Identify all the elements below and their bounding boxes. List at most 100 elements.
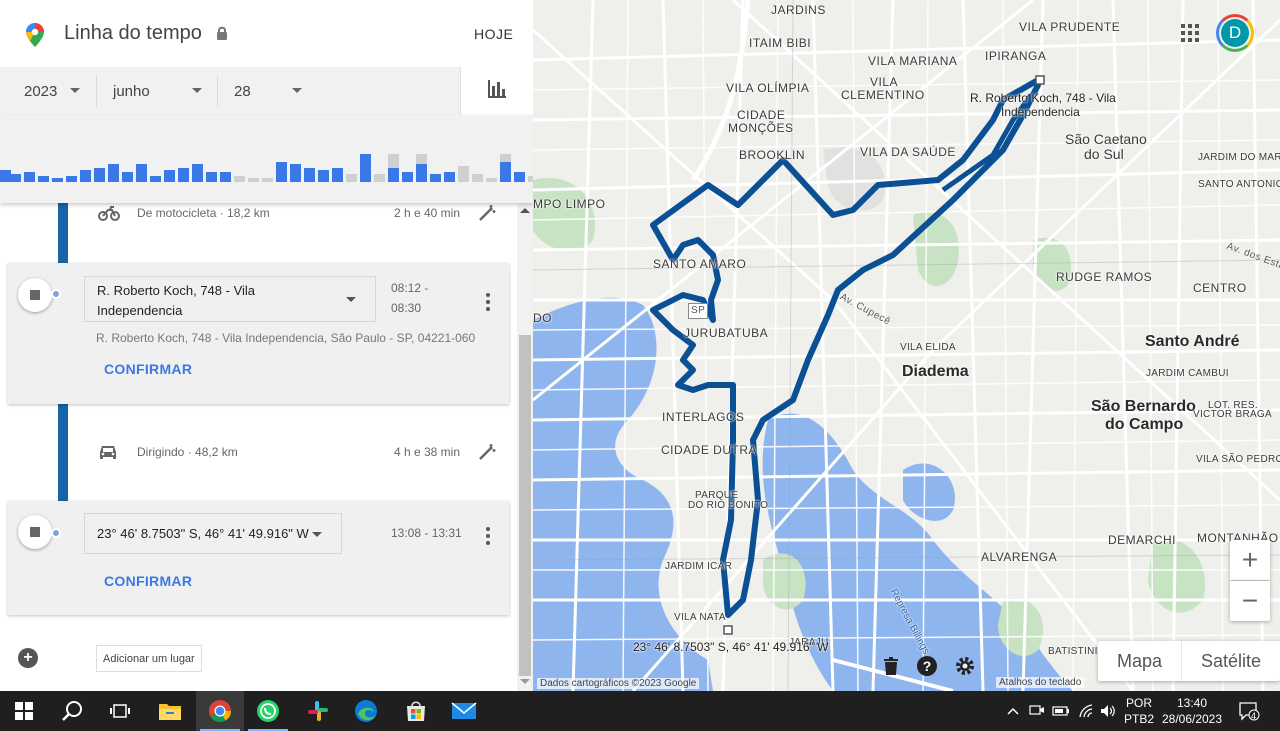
map-label: JARDIM CAMBUI (1146, 368, 1229, 379)
more-options-icon[interactable] (486, 527, 490, 545)
search-icon[interactable] (48, 691, 96, 731)
clock[interactable]: 13:40 28/06/2023 (1160, 691, 1224, 731)
map-canvas[interactable]: JARDINS VILA PRUDENTE ITAIM BIBI VILA MA… (533, 0, 1280, 691)
keyboard-shortcuts-link[interactable]: Atalhos do teclado (996, 677, 1085, 688)
timeline-scrollbar[interactable] (517, 203, 533, 691)
notifications-icon[interactable]: 4 (1234, 691, 1264, 731)
place-name-line2: Independencia (97, 303, 183, 318)
activity-histogram[interactable] (0, 115, 533, 203)
today-button[interactable]: HOJE (474, 26, 513, 42)
language-indicator[interactable]: POR PTB2 (1122, 691, 1156, 731)
stop-select-button[interactable] (18, 515, 52, 549)
month-value: junho (113, 82, 150, 100)
store-icon[interactable] (392, 691, 440, 731)
add-place-icon[interactable]: + (18, 648, 38, 668)
stop-square-icon (30, 527, 40, 537)
meet-now-icon[interactable] (1027, 691, 1047, 731)
chevron-down-icon (312, 532, 322, 537)
confirm-button[interactable]: CONFIRMAR (104, 361, 192, 377)
map-type-map-button[interactable]: Mapa (1098, 641, 1183, 681)
histogram-bar (178, 168, 189, 182)
settings-gear-icon[interactable] (953, 654, 977, 678)
timeline-segment-driving[interactable]: Dirigindo · 48,2 km 4 h e 38 min (0, 441, 517, 471)
histogram-bar (24, 172, 35, 182)
chevron-up-icon[interactable] (1004, 691, 1022, 731)
zoom-in-button[interactable]: + (1230, 540, 1270, 580)
slack-icon[interactable] (294, 691, 342, 731)
month-select[interactable]: junho (113, 67, 213, 115)
avatar-letter: D (1221, 19, 1249, 47)
notification-count: 4 (1251, 711, 1257, 721)
chrome-icon[interactable] (196, 691, 244, 731)
mail-icon[interactable] (440, 691, 488, 731)
language-code: POR (1125, 696, 1152, 710)
scrollbar-thumb[interactable] (519, 335, 531, 676)
histogram-bar (262, 178, 273, 182)
timeline-segment-motorcycle[interactable]: De motocicleta · 18,2 km 2 h e 40 min (0, 203, 517, 233)
segment-duration: 4 h e 38 min (393, 445, 460, 459)
stop-select-button[interactable] (18, 278, 52, 312)
place-dropdown[interactable]: R. Roberto Koch, 748 - Vila Independenci… (84, 276, 376, 322)
edge-icon[interactable] (342, 691, 390, 731)
histogram-bar (276, 162, 287, 182)
map-label: VILA DA SAÚDE (860, 145, 956, 159)
map-label: JURUBATUBA (684, 326, 769, 340)
edit-wand-icon[interactable] (478, 204, 496, 227)
year-select[interactable]: 2023 (24, 67, 94, 115)
histogram-bar (164, 170, 175, 182)
map-label: VILA MARIANA (868, 54, 958, 68)
zoom-in-icon: + (1241, 544, 1259, 575)
scroll-up-arrow-icon[interactable] (520, 208, 530, 213)
place-dropdown[interactable]: 23° 46' 8.7503" S, 46° 41' 49.916" W (84, 513, 342, 554)
avatar[interactable]: D (1216, 14, 1254, 52)
task-view-icon[interactable] (96, 691, 144, 731)
histogram-bar (416, 154, 427, 164)
scroll-down-arrow-icon[interactable] (520, 679, 530, 684)
timeline-stop-dot (51, 289, 61, 299)
route-stop-marker (1035, 75, 1045, 85)
chart-toggle-button[interactable] (460, 67, 533, 115)
map-label: VILA ELIDA (900, 342, 956, 353)
map-type-satellite-button[interactable]: Satélite (1182, 641, 1280, 681)
map-label: VILA NATA (674, 612, 726, 623)
segment-mode: De motocicleta (137, 206, 217, 220)
map-label: VILA OLÍMPIA (726, 81, 810, 95)
confirm-button[interactable]: CONFIRMAR (104, 573, 192, 589)
histogram-bar (332, 168, 343, 182)
add-place-button[interactable]: Adicionar um lugar (96, 645, 202, 672)
stop-square-icon (30, 290, 40, 300)
histogram-bar (80, 170, 91, 182)
zoom-out-button[interactable]: − (1230, 581, 1270, 621)
histogram-bar (304, 168, 315, 182)
apps-grid-icon[interactable] (1181, 24, 1199, 42)
whatsapp-icon[interactable] (244, 691, 292, 731)
map-label: São Bernardo (1091, 398, 1196, 415)
divider (217, 75, 218, 107)
histogram-bar (0, 170, 11, 182)
place-address: R. Roberto Koch, 748 - Vila Independenci… (96, 331, 476, 345)
map-label: Santo André (1145, 333, 1240, 350)
chevron-down-icon (292, 88, 302, 93)
map-label: JARDINS (771, 3, 826, 17)
day-select[interactable]: 28 (234, 67, 314, 115)
timeline-list: De motocicleta · 18,2 km 2 h e 40 min R.… (0, 203, 517, 691)
map-label: MPO LIMPO (533, 197, 606, 211)
chevron-down-icon (70, 88, 80, 93)
volume-icon[interactable] (1098, 691, 1118, 731)
wifi-icon[interactable] (1076, 691, 1096, 731)
histogram-bar (360, 154, 371, 182)
histogram-bar (38, 176, 49, 182)
file-explorer-icon[interactable] (146, 691, 194, 731)
windows-start-icon[interactable] (0, 691, 48, 731)
battery-icon[interactable] (1050, 691, 1072, 731)
map-label: BATISTINI (1048, 646, 1098, 657)
histogram-bars (0, 154, 533, 182)
more-options-icon[interactable] (486, 293, 490, 311)
segment-duration: 2 h e 40 min (393, 206, 460, 220)
trash-icon[interactable] (879, 654, 903, 678)
help-icon[interactable]: ? (915, 654, 939, 678)
histogram-bar (346, 174, 357, 182)
histogram-bar (402, 172, 413, 182)
map-label-pin-top: Independencia (1001, 105, 1080, 119)
edit-wand-icon[interactable] (478, 443, 496, 466)
